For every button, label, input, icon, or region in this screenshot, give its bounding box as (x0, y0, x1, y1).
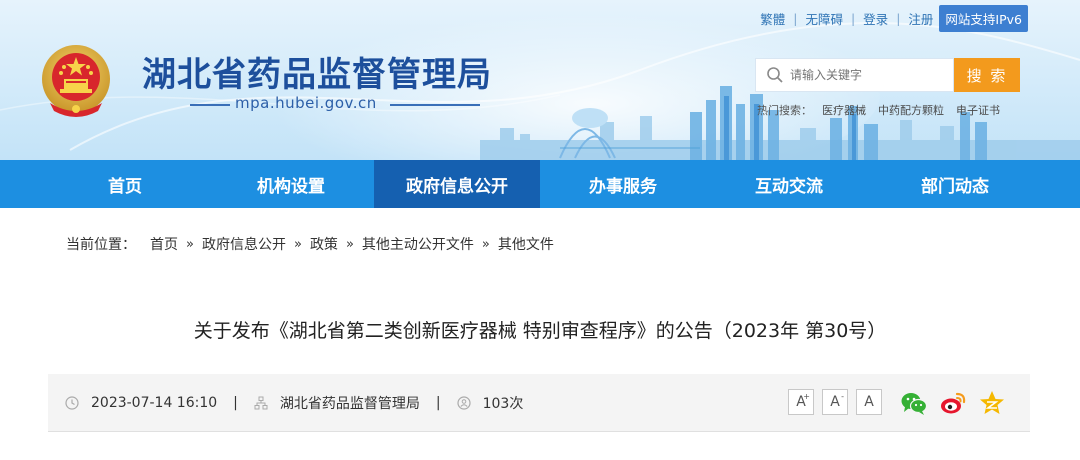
search-icon (767, 67, 783, 83)
ipv6-badge: 网站支持IPv6 (939, 5, 1028, 32)
breadcrumb-separator: » (293, 236, 302, 252)
main-nav: 首页 机构设置 政府信息公开 办事服务 互动交流 部门动态 (0, 160, 1080, 208)
decorative-line (190, 104, 230, 106)
article-source: 湖北省药品监督管理局 (279, 395, 420, 412)
site-domain: mpa.hubei.gov.cn (235, 94, 377, 112)
accessibility-link[interactable]: 无障碍 (805, 9, 843, 28)
view-count: 103次 (482, 395, 524, 412)
font-size-medium-button[interactable]: A- (822, 389, 848, 415)
nav-item-news[interactable]: 部门动态 (872, 160, 1038, 208)
register-link[interactable]: 注册 (908, 9, 933, 28)
site-title[interactable]: 湖北省药品监督管理局 (142, 47, 492, 96)
font-size-large-button[interactable]: A + (788, 389, 814, 415)
site-header: 繁體 | 无障碍 | 登录 | 注册 网站支持IPv6 湖北省药品监督管理局 m… (0, 0, 1080, 160)
search-input[interactable] (790, 68, 940, 82)
decorative-line (390, 104, 480, 106)
hot-search-term[interactable]: 中药配方颗粒 (878, 102, 944, 118)
breadcrumb-item[interactable]: 首页 (150, 234, 178, 254)
plus-icon: + (803, 392, 810, 401)
search-field[interactable] (755, 58, 954, 92)
hot-search: 热门搜索： 医疗器械 中药配方颗粒 电子证书 (757, 102, 1012, 118)
nav-item-services[interactable]: 办事服务 (540, 160, 706, 208)
font-small-label: A (864, 394, 874, 410)
divider: | (850, 11, 856, 26)
weibo-icon[interactable] (939, 389, 967, 417)
nav-item-organization[interactable]: 机构设置 (208, 160, 374, 208)
divider: | (435, 394, 441, 411)
breadcrumb-separator: » (345, 236, 354, 252)
hot-search-term[interactable]: 医疗器械 (822, 102, 866, 118)
breadcrumb-item[interactable]: 政策 (310, 234, 338, 254)
font-size-controls: A + A- A (788, 389, 890, 415)
article-meta: 2023-07-14 16:10 | 湖北省药品监督管理局 | 103次 (48, 393, 523, 413)
nav-item-home[interactable]: 首页 (42, 160, 208, 208)
font-size-default-button[interactable]: A (856, 389, 882, 415)
clock-icon (65, 395, 79, 410)
hot-search-term[interactable]: 电子证书 (956, 102, 1000, 118)
breadcrumb-item[interactable]: 其他文件 (498, 234, 554, 254)
breadcrumb-prefix: 当前位置： (66, 237, 136, 253)
breadcrumb-separator: » (481, 236, 490, 252)
view-count-icon (457, 395, 471, 410)
search-box: 搜 索 (755, 58, 1020, 92)
qzone-icon[interactable] (978, 389, 1006, 417)
breadcrumb-separator: » (186, 236, 194, 252)
share-buttons (900, 389, 1017, 417)
publish-date: 2023-07-14 16:10 (91, 394, 218, 411)
traditional-chinese-link[interactable]: 繁體 (760, 9, 785, 28)
minus-icon: - (841, 392, 844, 401)
wechat-icon[interactable] (900, 389, 928, 417)
article-meta-bar: 2023-07-14 16:10 | 湖北省药品监督管理局 | 103次 A + … (48, 374, 1030, 432)
divider: | (233, 394, 238, 411)
national-emblem-logo (42, 45, 110, 117)
font-medium-label: A (830, 394, 840, 410)
divider: | (896, 11, 901, 26)
nav-item-interaction[interactable]: 互动交流 (706, 160, 872, 208)
nav-item-gov-info[interactable]: 政府信息公开 (374, 160, 540, 208)
organization-icon (254, 396, 268, 409)
divider: | (793, 11, 798, 26)
hot-search-label: 热门搜索： (757, 104, 812, 117)
login-link[interactable]: 登录 (863, 9, 888, 28)
article-title: 关于发布《湖北省第二类创新医疗器械 特别审查程序》的公告（2023年 第30号） (193, 320, 887, 342)
site-domain-row: mpa.hubei.gov.cn (150, 94, 480, 114)
breadcrumb-item[interactable]: 其他主动公开文件 (362, 234, 474, 254)
breadcrumb: 当前位置： 首页 » 政府信息公开 » 政策 » 其他主动公开文件 » 其他文件 (66, 234, 554, 254)
top-links: 繁體 | 无障碍 | 登录 | 注册 网站支持IPv6 (760, 5, 1028, 32)
breadcrumb-item[interactable]: 政府信息公开 (202, 234, 286, 254)
search-button[interactable]: 搜 索 (954, 58, 1020, 92)
